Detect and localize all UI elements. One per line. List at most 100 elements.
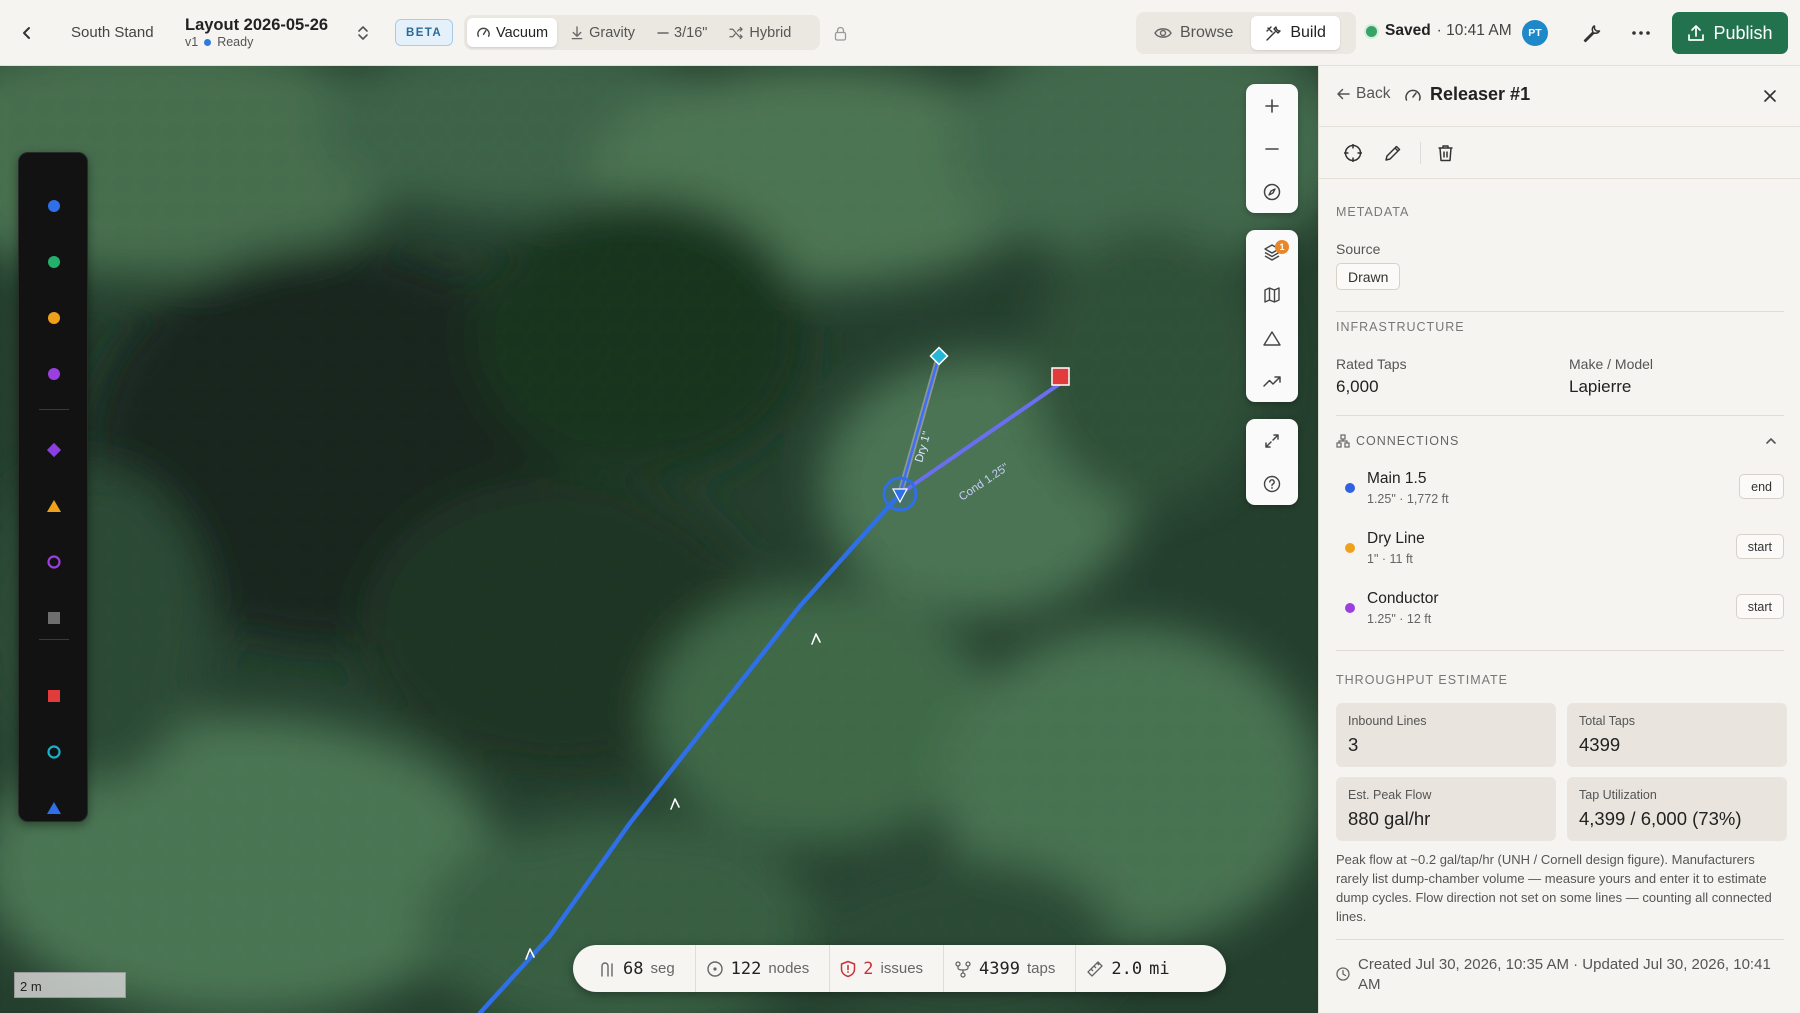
mode-hybrid-button[interactable]: Hybrid: [720, 18, 800, 47]
browse-button[interactable]: Browse: [1140, 16, 1247, 50]
map-canvas[interactable]: Dry 1" Cond 1.25" 1 2 m 68 seg 122 nodes…: [0, 66, 1318, 1013]
divider: [1336, 415, 1784, 416]
close-icon[interactable]: [1759, 85, 1781, 107]
avatar[interactable]: PT: [1522, 20, 1548, 46]
zoom-in-icon[interactable]: [1246, 84, 1298, 127]
stat-distance[interactable]: 2.0 mi: [1086, 945, 1189, 992]
build-label: Build: [1290, 24, 1326, 41]
publish-button[interactable]: Publish: [1672, 12, 1788, 54]
connection-item-main[interactable]: Main 1.5 1.25" · 1,772 ft end: [1336, 466, 1784, 516]
fullscreen-icon[interactable]: [1246, 419, 1298, 462]
help-icon[interactable]: [1246, 462, 1298, 505]
rated-taps-value: 6,000: [1336, 377, 1379, 396]
tool-ring-icon[interactable]: [19, 544, 89, 580]
palette-divider: [39, 409, 69, 410]
lock-icon[interactable]: [830, 22, 850, 44]
tool-diamond-icon[interactable]: [19, 432, 89, 468]
make-model-value: Lapierre: [1569, 377, 1632, 396]
tool-square-gray-icon[interactable]: [19, 600, 89, 636]
stat-segments[interactable]: 68 seg: [598, 945, 696, 992]
crosshair-icon[interactable]: [1341, 141, 1365, 165]
connection-name: Dry Line: [1367, 530, 1425, 547]
more-options-icon[interactable]: [1628, 20, 1654, 46]
tool-green-point-icon[interactable]: [19, 244, 89, 280]
mode-3-16-button[interactable]: 3/16": [648, 18, 716, 47]
mode-label: 3/16": [674, 24, 708, 41]
stat-unit: nodes: [768, 960, 810, 977]
layout-title[interactable]: Layout 2026-05-26: [185, 16, 328, 35]
toolbar-divider: [1420, 142, 1421, 164]
back-arrow-icon[interactable]: [14, 20, 40, 46]
status-label: Ready: [217, 35, 254, 49]
chevron-up-down-icon[interactable]: [352, 22, 374, 44]
map-icon[interactable]: [1246, 273, 1298, 316]
network-icon: [1336, 434, 1350, 448]
connections-heading[interactable]: CONNECTIONS: [1336, 434, 1459, 448]
terrain-icon[interactable]: [1246, 316, 1298, 359]
arrow-down-icon: [571, 26, 583, 40]
build-button[interactable]: Build: [1251, 16, 1340, 50]
tool-triangle-icon[interactable]: [19, 488, 89, 524]
divider: [1336, 650, 1784, 651]
browse-label: Browse: [1180, 24, 1234, 41]
rated-taps-label: Rated Taps: [1336, 356, 1407, 372]
endpoint-square-icon[interactable]: [1051, 367, 1070, 386]
node-icon: [706, 960, 723, 977]
source-chip: Drawn: [1336, 263, 1401, 290]
wrench-icon[interactable]: [1578, 20, 1604, 46]
releaser-title: Releaser #1: [1430, 84, 1531, 104]
layout-stats-bar: 68 seg 122 nodes 2 issues 4399 taps 2.0 …: [573, 945, 1226, 992]
metadata-heading: METADATA: [1336, 205, 1410, 219]
panel-toolbar: [1319, 127, 1800, 179]
segment-icon: [601, 961, 613, 977]
trash-icon[interactable]: [1433, 141, 1457, 165]
releaser-node-icon[interactable]: [882, 476, 918, 512]
tool-blue-point-icon[interactable]: [19, 188, 89, 224]
stat-value: 2: [863, 958, 874, 979]
stat-value: 68: [623, 958, 644, 979]
tap-icon: [955, 960, 971, 978]
stat-nodes[interactable]: 122 nodes: [706, 945, 831, 992]
divider: [1336, 939, 1784, 940]
connection-item-conductor[interactable]: Conductor 1.25" · 12 ft start: [1336, 586, 1784, 636]
stat-unit: taps: [1027, 960, 1056, 977]
connection-role-tag[interactable]: start: [1735, 594, 1784, 619]
stat-taps[interactable]: 4399 taps: [954, 945, 1077, 992]
layers-badge: 1: [1275, 240, 1289, 254]
saved-dot-icon: [1364, 23, 1379, 39]
mode-label: Gravity: [589, 24, 636, 41]
infrastructure-heading: INFRASTRUCTURE: [1336, 320, 1465, 334]
line-color-dot-icon: [1345, 603, 1355, 613]
inspector-panel: Back Releaser #1 METADATA Source Drawn I…: [1318, 66, 1800, 1013]
compass-icon[interactable]: [1246, 170, 1298, 213]
layers-icon[interactable]: 1: [1246, 230, 1298, 273]
mode-gravity-button[interactable]: Gravity: [561, 18, 644, 47]
panel-back-button[interactable]: Back: [1336, 85, 1390, 103]
connection-name: Conductor: [1367, 590, 1439, 607]
trend-icon[interactable]: [1246, 359, 1298, 402]
stat-value: 122: [730, 958, 762, 979]
card-value: 4399: [1579, 734, 1621, 755]
stat-card-tap-utilization: Tap Utilization 4,399 / 6,000 (73%): [1567, 777, 1787, 841]
breadcrumb[interactable]: South Stand: [71, 24, 154, 41]
chevron-up-icon[interactable]: [1765, 434, 1777, 452]
mode-vacuum-button[interactable]: Vacuum: [467, 18, 558, 47]
card-value: 3: [1348, 734, 1359, 755]
connection-role-tag[interactable]: end: [1739, 474, 1784, 499]
pencil-icon[interactable]: [1381, 141, 1405, 165]
connection-role-tag[interactable]: start: [1735, 534, 1784, 559]
tool-ring-teal-icon[interactable]: [19, 734, 89, 770]
eye-icon: [1154, 28, 1172, 38]
tool-purple-point-icon[interactable]: [19, 356, 89, 392]
connection-item-dry-line[interactable]: Dry Line 1" · 11 ft start: [1336, 526, 1784, 576]
tool-square-red-icon[interactable]: [19, 678, 89, 714]
zoom-out-icon[interactable]: [1246, 127, 1298, 170]
status-dot-icon: [204, 38, 212, 46]
map-layer-controls: 1: [1246, 230, 1298, 402]
view-toggle: Browse Build: [1136, 12, 1356, 54]
make-model-label: Make / Model: [1569, 356, 1654, 372]
stat-issues[interactable]: 2 issues: [840, 945, 945, 992]
tool-orange-point-icon[interactable]: [19, 300, 89, 336]
tool-triangle-blue-icon[interactable]: [19, 790, 89, 826]
back-label: Back: [1356, 85, 1391, 102]
